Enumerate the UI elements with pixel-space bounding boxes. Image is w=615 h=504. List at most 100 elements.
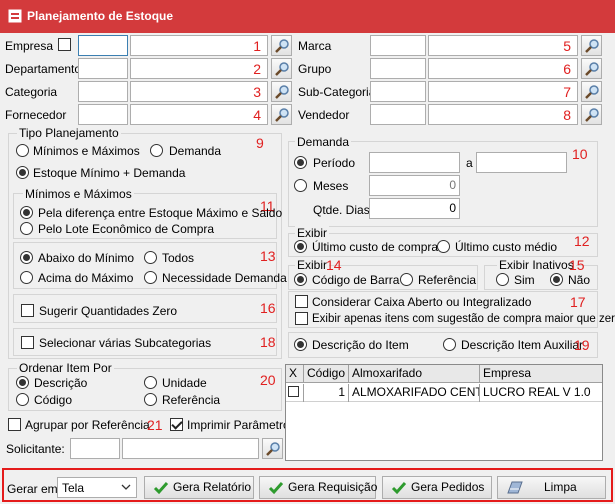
badge-15: 15 [569, 257, 585, 273]
vendedor-code-input[interactable] [370, 104, 426, 125]
caixa-aberto-label: Considerar Caixa Aberto ou Integralizado [312, 295, 532, 309]
radio-minimos-maximos[interactable] [16, 144, 29, 157]
fornecedor-label: Fornecedor [5, 108, 67, 122]
fornecedor-code-input[interactable] [78, 104, 128, 125]
empresa-name-input[interactable]: 1 [130, 35, 268, 56]
eraser-icon [507, 481, 523, 494]
subcategoria-code-input[interactable] [370, 81, 426, 102]
gerar-em-select[interactable]: Tela [57, 477, 137, 498]
magnifier-icon [266, 442, 280, 456]
magnifier-icon [275, 39, 289, 53]
departamento-name-input[interactable]: 2 [130, 58, 268, 79]
radio-abaixo-minimo[interactable] [20, 251, 33, 264]
qtde-dias-input[interactable]: 0 [369, 198, 460, 219]
radio-todos[interactable] [144, 251, 157, 264]
radio-descricao-item[interactable] [294, 338, 307, 351]
limpa-button[interactable]: Limpa [497, 476, 606, 499]
gera-pedidos-button[interactable]: Gera Pedidos [382, 476, 492, 499]
departamento-code-input[interactable] [78, 58, 128, 79]
table-row[interactable]: 1 ALMOXARIFADO CENTRAL LUCRO REAL V 1.0 [286, 384, 602, 402]
radio-lote-economico[interactable] [20, 222, 33, 235]
radio-ordenar-unidade[interactable] [144, 376, 157, 389]
badge-2: 2 [253, 61, 261, 77]
radio-inativos-nao[interactable] [550, 273, 563, 286]
categoria-name-input[interactable]: 3 [130, 81, 268, 102]
periodo-inicio-input[interactable] [369, 152, 460, 173]
exibir-referencia-label: Referência [418, 273, 477, 287]
marca-label: Marca [298, 39, 332, 53]
demanda-option-label: Demanda [169, 144, 222, 158]
departamento-search-button[interactable] [271, 58, 292, 79]
gera-relatorio-label: Gera Relatório [173, 480, 252, 494]
radio-ordenar-referencia[interactable] [144, 393, 157, 406]
ultimo-custo-medio-label: Último custo médio [455, 240, 558, 254]
categoria-code-input[interactable] [78, 81, 128, 102]
radio-ordenar-codigo[interactable] [16, 393, 29, 406]
imprimir-parametros-checkbox[interactable] [170, 418, 183, 431]
sugestao-compra-checkbox[interactable] [295, 312, 308, 325]
badge-9: 9 [256, 135, 264, 151]
grid-row-checkbox[interactable] [288, 386, 299, 397]
subcategoria-name-input[interactable]: 7 [428, 81, 578, 102]
radio-exibir-referencia[interactable] [400, 273, 413, 286]
almoxarifado-grid[interactable]: X Código Almoxarifado Empresa 1 ALMOXARI… [285, 364, 603, 461]
grid-header-almoxarifado[interactable]: Almoxarifado [349, 365, 480, 383]
magnifier-icon [585, 85, 599, 99]
ordenar-unidade-label: Unidade [162, 376, 207, 390]
grupo-search-button[interactable] [581, 58, 602, 79]
radio-ordenar-descricao[interactable] [16, 376, 29, 389]
exibir-codigo-title: Exibir [295, 258, 330, 272]
meses-input[interactable]: 0 [369, 175, 460, 196]
agrupar-referencia-checkbox[interactable] [8, 418, 21, 431]
vendedor-name-input[interactable]: 8 [428, 104, 578, 125]
ultimo-custo-compra-label: Último custo de compra [312, 240, 439, 254]
badge-1: 1 [253, 38, 261, 54]
marca-name-input[interactable]: 5 [428, 35, 578, 56]
radio-periodo[interactable] [294, 156, 307, 169]
radio-meses[interactable] [294, 179, 307, 192]
empresa-search-button[interactable] [271, 35, 292, 56]
varias-subcategorias-checkbox[interactable] [21, 336, 34, 349]
subcategoria-search-button[interactable] [581, 81, 602, 102]
radio-acima-maximo[interactable] [20, 271, 33, 284]
grupo-code-input[interactable] [370, 58, 426, 79]
grid-cell-codigo: 1 [304, 384, 349, 402]
fornecedor-search-button[interactable] [271, 104, 292, 125]
radio-estoque-demanda[interactable] [16, 166, 29, 179]
empresa-code-input[interactable] [78, 35, 128, 56]
grupo-name-input[interactable]: 6 [428, 58, 578, 79]
fornecedor-name-input[interactable]: 4 [130, 104, 268, 125]
solicitante-name-input[interactable] [122, 438, 259, 459]
radio-inativos-sim[interactable] [496, 273, 509, 286]
minimos-maximos-label: Mínimos e Máximos [33, 144, 140, 158]
badge-16: 16 [260, 300, 276, 316]
grid-row-check-cell [286, 384, 304, 402]
caixa-aberto-checkbox[interactable] [295, 295, 308, 308]
radio-demanda[interactable] [150, 144, 163, 157]
badge-6: 6 [563, 61, 571, 77]
grid-header-empresa[interactable]: Empresa [480, 365, 602, 383]
gera-relatorio-button[interactable]: Gera Relatório [144, 476, 254, 499]
radio-ultimo-custo-medio[interactable] [437, 240, 450, 253]
grid-header-codigo[interactable]: Código [304, 365, 349, 383]
marca-code-input[interactable] [370, 35, 426, 56]
empresa-checkbox[interactable] [58, 38, 71, 51]
radio-ultimo-custo-compra[interactable] [294, 240, 307, 253]
categoria-search-button[interactable] [271, 81, 292, 102]
solicitante-code-input[interactable] [70, 438, 120, 459]
radio-descricao-auxiliar[interactable] [443, 338, 456, 351]
grid-header-x[interactable]: X [286, 365, 304, 383]
radio-diferenca[interactable] [20, 206, 33, 219]
radio-codigo-barra[interactable] [294, 273, 307, 286]
gera-requisicao-button[interactable]: Gera Requisição [259, 476, 377, 499]
gerar-em-label: Gerar em: [7, 482, 62, 496]
marca-search-button[interactable] [581, 35, 602, 56]
categoria-label: Categoria [5, 85, 58, 99]
sugestao-compra-label: Exibir apenas itens com sugestão de comp… [312, 313, 615, 325]
periodo-fim-input[interactable] [476, 152, 567, 173]
radio-necessidade-demanda[interactable] [144, 271, 157, 284]
vendedor-search-button[interactable] [581, 104, 602, 125]
sugerir-zero-checkbox[interactable] [21, 304, 34, 317]
estoque-demanda-label: Estoque Mínimo + Demanda [33, 166, 186, 180]
solicitante-search-button[interactable] [262, 438, 283, 459]
